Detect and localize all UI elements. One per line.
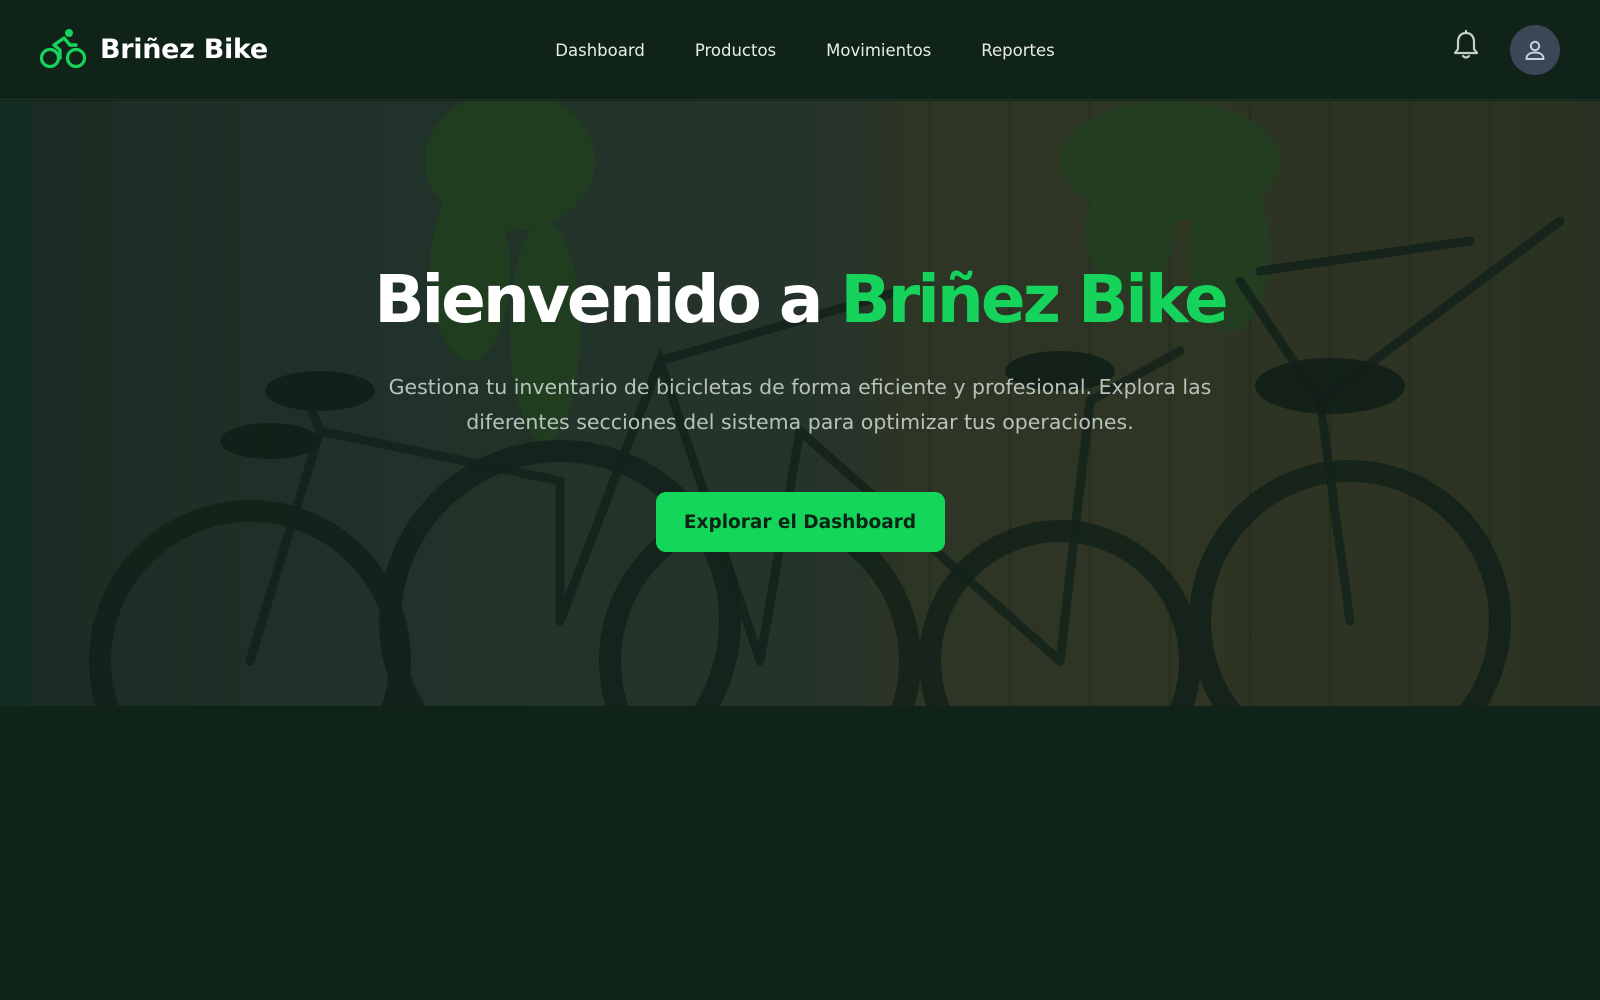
nav-link-dashboard[interactable]: Dashboard xyxy=(545,41,645,60)
hero-section: Bienvenido a Briñez Bike Gestiona tu inv… xyxy=(0,101,1600,706)
nav-link-productos[interactable]: Productos xyxy=(685,41,776,60)
hero-title-prefix: Bienvenido a xyxy=(374,261,823,338)
brand-logo-link[interactable]: Briñez Bike xyxy=(40,28,268,70)
hero-subtitle: Gestiona tu inventario de bicicletas de … xyxy=(388,375,1212,434)
explore-dashboard-button[interactable]: Explorar el Dashboard xyxy=(655,492,945,552)
nav-link-movimientos[interactable]: Movimientos xyxy=(816,41,931,60)
user-avatar-button[interactable] xyxy=(1510,25,1560,75)
bell-icon[interactable] xyxy=(1452,30,1480,62)
bicycle-rider-icon xyxy=(40,29,86,69)
hero-title-highlight: Briñez Bike xyxy=(840,261,1228,338)
top-navbar: Briñez Bike Dashboard Productos Movimien… xyxy=(0,0,1600,100)
hero-content: Bienvenido a Briñez Bike Gestiona tu inv… xyxy=(0,101,1600,706)
nav-link-reportes[interactable]: Reportes xyxy=(971,41,1054,60)
user-icon xyxy=(1525,40,1545,60)
brand-name: Briñez Bike xyxy=(100,33,268,65)
hero-title: Bienvenido a Briñez Bike xyxy=(374,261,1229,338)
